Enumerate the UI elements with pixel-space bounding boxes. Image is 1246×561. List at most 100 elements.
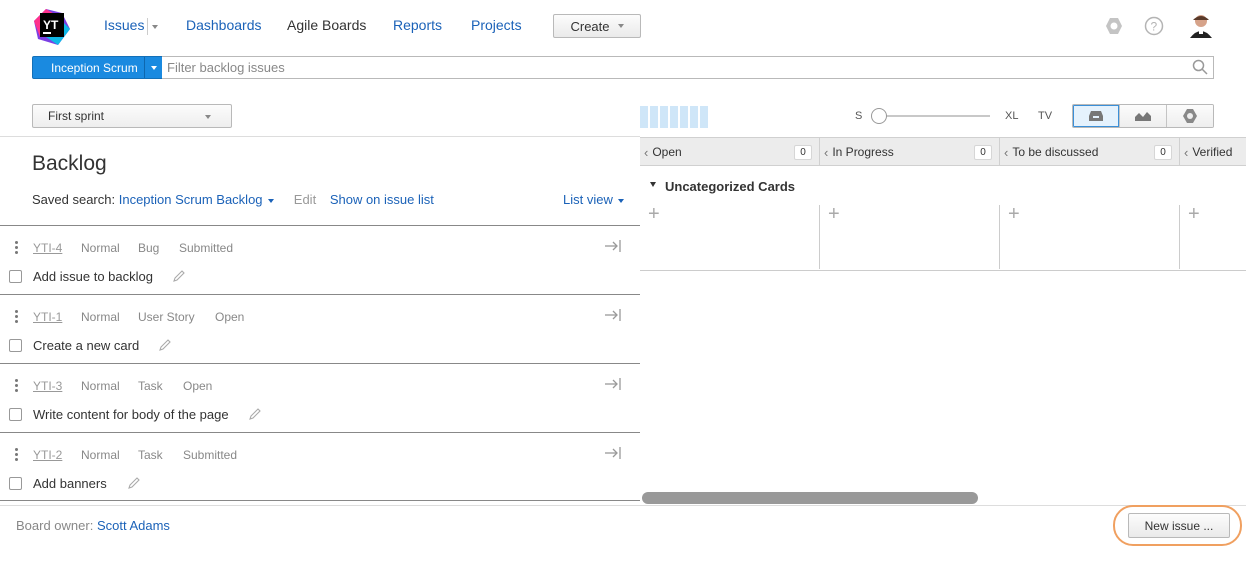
new-issue-button[interactable]: New issue ...: [1128, 513, 1230, 538]
issue-priority: Normal: [81, 448, 120, 462]
move-to-board-icon[interactable]: [604, 446, 622, 463]
issue-type: Task: [138, 448, 163, 462]
board-owner-link[interactable]: Scott Adams: [97, 518, 170, 533]
column-divider: [999, 138, 1000, 166]
board-column-header: ‹ Open 0 ‹ In Progress 0 ‹ To be discuss…: [640, 137, 1246, 166]
backlog-issue-row[interactable]: YTI-4 Normal Bug Submitted Add issue to …: [0, 225, 640, 294]
saved-search-row: Saved search: Inception Scrum Backlog Ed…: [32, 192, 434, 207]
nav-issues[interactable]: Issues: [104, 17, 144, 35]
collapse-chevron-icon[interactable]: ‹: [644, 145, 648, 160]
chevron-down-icon[interactable]: [268, 198, 275, 203]
svg-text:YT: YT: [43, 18, 59, 32]
issue-checkbox[interactable]: [9, 339, 22, 352]
column-name: To be discussed: [1012, 145, 1099, 159]
card-size-slider-handle[interactable]: [871, 108, 887, 124]
column-in-progress[interactable]: ‹ In Progress 0: [824, 138, 1000, 166]
edit-pencil-icon[interactable]: [172, 269, 186, 286]
column-to-be-discussed[interactable]: ‹ To be discussed 0: [1004, 138, 1180, 166]
edit-pencil-icon[interactable]: [248, 407, 262, 424]
settings-icon: [1183, 109, 1197, 123]
board-view-button[interactable]: [1073, 105, 1120, 127]
column-verified[interactable]: ‹ Verified: [1184, 138, 1246, 166]
issue-id[interactable]: YTI-1: [33, 310, 62, 324]
issue-id[interactable]: YTI-4: [33, 241, 62, 255]
card-size-small-label: S: [855, 110, 863, 122]
list-view-label: List view: [563, 192, 613, 207]
issue-id[interactable]: YTI-3: [33, 379, 62, 393]
collapse-chevron-icon[interactable]: ‹: [824, 145, 828, 160]
edit-pencil-icon[interactable]: [158, 338, 172, 355]
board-owner-label: Board owner:: [16, 518, 94, 533]
edit-link[interactable]: Edit: [294, 192, 316, 207]
issue-type: Bug: [138, 241, 160, 255]
drag-handle-icon[interactable]: [15, 241, 18, 256]
board-selector-button[interactable]: Inception Scrum: [32, 56, 163, 79]
backlog-issue-row[interactable]: YTI-1 Normal User Story Open Create a ne…: [0, 294, 640, 363]
issue-checkbox[interactable]: [9, 270, 22, 283]
issue-type: Task: [138, 379, 163, 393]
issue-checkbox[interactable]: [9, 408, 22, 421]
move-to-board-icon[interactable]: [604, 377, 622, 394]
youtrack-logo[interactable]: YT: [32, 7, 72, 47]
add-card-icon[interactable]: +: [1188, 203, 1200, 226]
backlog-filter-input[interactable]: [162, 56, 1214, 79]
add-card-icon[interactable]: +: [828, 203, 840, 226]
chevron-down-icon: [205, 115, 211, 119]
column-name: Open: [652, 145, 682, 159]
add-card-icon[interactable]: +: [1008, 203, 1020, 226]
help-icon[interactable]: ?: [1144, 16, 1164, 39]
issue-priority: Normal: [81, 241, 120, 255]
card-size-slider-track[interactable]: [878, 115, 990, 117]
issue-checkbox[interactable]: [9, 477, 22, 490]
issue-id[interactable]: YTI-2: [33, 448, 62, 462]
collapse-chevron-icon[interactable]: ‹: [1004, 145, 1008, 160]
chart-view-button[interactable]: [1120, 105, 1167, 127]
card-size-large-label: XL: [1005, 110, 1019, 122]
swimlane-bottom-border: [640, 270, 1246, 271]
search-icon[interactable]: [1192, 59, 1208, 78]
divider: [0, 136, 640, 137]
drag-handle-icon[interactable]: [15, 379, 18, 394]
add-card-icon[interactable]: +: [648, 203, 660, 226]
column-name: Verified: [1192, 145, 1233, 159]
swimlane-collapse-icon[interactable]: [650, 182, 656, 187]
issue-summary[interactable]: Create a new card: [33, 338, 139, 353]
chart-bar: [680, 106, 688, 128]
backlog-issue-row[interactable]: YTI-3 Normal Task Open Write content for…: [0, 363, 640, 432]
backlog-issue-row[interactable]: YTI-2 Normal Task Submitted Add banners: [0, 432, 640, 501]
show-on-issue-list-link[interactable]: Show on issue list: [330, 192, 434, 207]
issue-type: User Story: [138, 310, 195, 324]
nav-divider: [147, 18, 148, 35]
create-button[interactable]: Create: [553, 14, 641, 38]
nav-agile-boards[interactable]: Agile Boards: [287, 17, 366, 35]
column-open[interactable]: ‹ Open 0: [644, 138, 820, 166]
move-to-board-icon[interactable]: [604, 239, 622, 256]
board-owner: Board owner: Scott Adams: [16, 518, 170, 533]
move-to-board-icon[interactable]: [604, 308, 622, 325]
collapse-chevron-icon[interactable]: ‹: [1184, 145, 1188, 160]
settings-icon[interactable]: [1104, 16, 1124, 39]
board-settings-button[interactable]: [1167, 105, 1213, 127]
nav-reports[interactable]: Reports: [393, 17, 442, 35]
sprint-progress-mini-chart[interactable]: [640, 106, 708, 128]
tv-mode-button[interactable]: TV: [1038, 110, 1052, 122]
issue-state: Open: [183, 379, 213, 393]
nav-projects[interactable]: Projects: [471, 17, 522, 35]
issue-summary[interactable]: Add issue to backlog: [33, 269, 153, 284]
issue-summary[interactable]: Write content for body of the page: [33, 407, 229, 422]
horizontal-scrollbar[interactable]: [642, 492, 978, 504]
issue-summary[interactable]: Add banners: [33, 476, 107, 491]
chart-bar: [660, 106, 668, 128]
drag-handle-icon[interactable]: [15, 448, 18, 463]
sprint-selector[interactable]: First sprint: [32, 104, 232, 128]
nav-dashboards[interactable]: Dashboards: [186, 17, 262, 35]
user-avatar[interactable]: [1188, 12, 1214, 41]
chevron-down-icon: [151, 66, 157, 70]
swimlane-title[interactable]: Uncategorized Cards: [665, 179, 795, 194]
edit-pencil-icon[interactable]: [127, 476, 141, 493]
drag-handle-icon[interactable]: [15, 310, 18, 325]
saved-search-link[interactable]: Inception Scrum Backlog: [119, 192, 263, 207]
list-view-toggle[interactable]: List view: [563, 192, 625, 207]
issues-dropdown-icon[interactable]: [152, 25, 158, 29]
issue-state: Open: [215, 310, 245, 324]
